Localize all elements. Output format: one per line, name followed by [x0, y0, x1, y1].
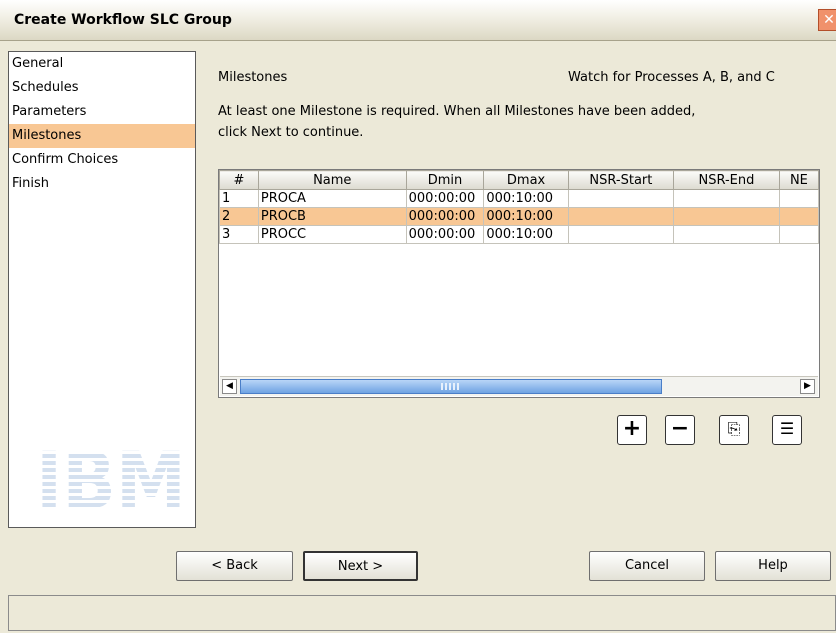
status-bar [8, 595, 836, 631]
table-cell[interactable] [778, 207, 819, 226]
section-title: Milestones [218, 70, 288, 85]
column-header[interactable]: # [219, 170, 259, 190]
table-cell[interactable]: 000:10:00 [483, 207, 569, 226]
nav-item-schedules[interactable]: Schedules [9, 76, 195, 100]
table-cell[interactable] [778, 225, 819, 244]
table-cell[interactable]: 3 [219, 225, 259, 244]
table-cell[interactable]: 2 [219, 207, 259, 226]
scroll-left-button[interactable]: ◀ [222, 379, 237, 394]
ibm-logo-text: IBM [36, 440, 186, 516]
copy-button[interactable]: ⎘ [719, 415, 749, 445]
nav-item-general[interactable]: General [9, 52, 195, 76]
instructions: At least one Milestone is required. When… [218, 101, 818, 143]
column-header[interactable]: Name [257, 170, 407, 190]
properties-button[interactable]: ☰ [772, 415, 802, 445]
ibm-logo: IBM [33, 440, 189, 516]
nav-item-confirm-choices[interactable]: Confirm Choices [9, 148, 195, 172]
minus-icon: − [670, 416, 690, 441]
table-row[interactable]: 3 PROCC 000:00:00 000:10:00 [219, 225, 819, 244]
close-icon: ✕ [823, 12, 835, 28]
cancel-button[interactable]: Cancel [589, 551, 705, 581]
scroll-right-button[interactable]: ▶ [800, 379, 815, 394]
help-button[interactable]: Help [715, 551, 831, 581]
milestones-table: # Name Dmin Dmax NSR-Start NSR-End NE 1 PROCA 00… [218, 169, 820, 398]
plus-icon: + [622, 416, 642, 441]
column-header[interactable]: Dmax [483, 170, 569, 190]
table-row[interactable]: 1 PROCA 000:00:00 000:10:00 [219, 189, 819, 208]
copy-icon: ⎘ [727, 419, 741, 438]
table-cell[interactable]: 000:00:00 [405, 225, 485, 244]
table-cell[interactable] [672, 207, 780, 226]
table-cell[interactable] [672, 189, 780, 208]
table-cell[interactable]: 000:00:00 [405, 207, 485, 226]
grip-icon [441, 383, 461, 390]
table-cell[interactable]: 000:10:00 [483, 189, 569, 208]
instruction-line-2: click Next to continue. [218, 125, 364, 140]
table-cell[interactable]: PROCB [257, 207, 407, 226]
next-button[interactable]: Next > [303, 551, 418, 581]
column-header[interactable]: NE [778, 170, 819, 190]
window-title: Create Workflow SLC Group [14, 12, 232, 28]
milestones-grid: # Name Dmin Dmax NSR-Start NSR-End NE 1 PROCA 00… [219, 170, 819, 244]
table-cell[interactable]: PROCA [257, 189, 407, 208]
nav-item-finish[interactable]: Finish [9, 172, 195, 196]
scrollbar-thumb[interactable] [240, 379, 662, 394]
column-header[interactable]: Dmin [405, 170, 485, 190]
column-header[interactable]: NSR-End [672, 170, 780, 190]
nav-item-milestones[interactable]: Milestones [9, 124, 195, 148]
dialog-window: Create Workflow SLC Group ✕ General Sched… [0, 0, 836, 633]
table-cell[interactable]: 1 [219, 189, 259, 208]
close-button[interactable]: ✕ [818, 9, 836, 31]
add-button[interactable]: + [617, 415, 647, 445]
title-bar[interactable]: Create Workflow SLC Group ✕ [0, 0, 836, 41]
table-row[interactable]: 2 PROCB 000:00:00 000:10:00 [219, 207, 819, 226]
column-header[interactable]: NSR-Start [567, 170, 674, 190]
arrow-right-icon: ▶ [804, 381, 811, 391]
table-cell[interactable] [672, 225, 780, 244]
table-cell[interactable]: 000:10:00 [483, 225, 569, 244]
table-cell[interactable] [567, 207, 674, 226]
table-cell[interactable]: 000:00:00 [405, 189, 485, 208]
nav-item-parameters[interactable]: Parameters [9, 100, 195, 124]
wizard-steps-list: General Schedules Parameters Milestones Conf… [8, 51, 196, 528]
table-cell[interactable] [567, 189, 674, 208]
table-cell[interactable] [778, 189, 819, 208]
properties-icon: ☰ [779, 419, 795, 438]
table-cell[interactable]: PROCC [257, 225, 407, 244]
arrow-left-icon: ◀ [226, 381, 233, 391]
horizontal-scrollbar[interactable]: ◀ ▶ [220, 376, 818, 396]
back-button[interactable]: < Back [176, 551, 293, 581]
watch-text: Watch for Processes A, B, and C [568, 70, 775, 85]
table-cell[interactable] [567, 225, 674, 244]
remove-button[interactable]: − [665, 415, 695, 445]
instruction-line-1: At least one Milestone is required. When… [218, 104, 696, 119]
